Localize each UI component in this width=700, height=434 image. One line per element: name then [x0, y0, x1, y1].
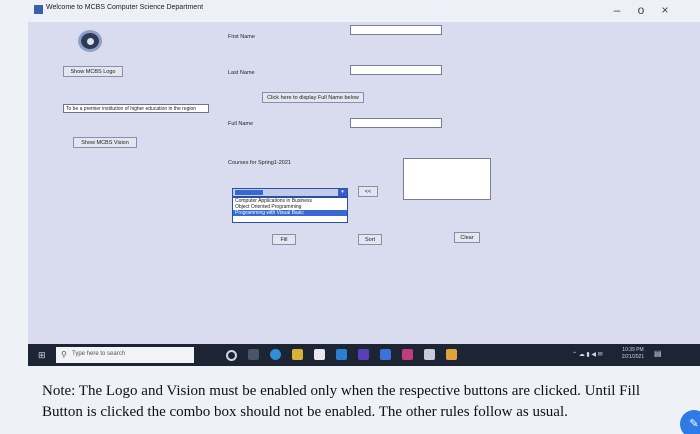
vision-text-field: To be a premier institution of higher ed…: [63, 104, 209, 113]
combo-selected-value: [235, 190, 263, 195]
first-name-input[interactable]: [350, 25, 442, 35]
selected-courses-listbox[interactable]: [403, 158, 491, 200]
app-icon-white[interactable]: [424, 349, 435, 360]
app-icon-orange[interactable]: [446, 349, 457, 360]
assignment-note: Note: The Logo and Vision must be enable…: [42, 383, 641, 420]
taskbar-search-box[interactable]: ⚲ Type here to search: [56, 347, 194, 363]
notification-icon[interactable]: ▤: [654, 349, 662, 358]
chevron-down-icon[interactable]: ▾: [338, 189, 347, 196]
fill-button[interactable]: Fill: [272, 234, 296, 245]
cortana-icon[interactable]: [226, 350, 237, 361]
transfer-button[interactable]: <<: [358, 186, 378, 197]
visual-studio-icon[interactable]: [358, 349, 369, 360]
edge-icon[interactable]: [270, 349, 281, 360]
mail-icon[interactable]: [336, 349, 347, 360]
app-icon: [34, 5, 43, 14]
store-icon[interactable]: [314, 349, 325, 360]
last-name-input[interactable]: [350, 65, 442, 75]
system-tray-icons[interactable]: ⌃ ☁ ▮ ◀ ✉: [572, 351, 603, 358]
first-name-label: First Name: [228, 34, 255, 40]
mcbs-logo: [78, 30, 102, 52]
screenshot: Welcome to MCBS Computer Science Departm…: [0, 0, 700, 434]
last-name-label: Last Name: [228, 70, 255, 76]
word-icon[interactable]: [380, 349, 391, 360]
full-name-output: [350, 118, 442, 128]
form-window: Welcome to MCBS Computer Science Departm…: [28, 0, 700, 344]
courses-dropdown-list: Computer Applications in Business Object…: [232, 197, 348, 223]
window-title: Welcome to MCBS Computer Science Departm…: [46, 4, 204, 11]
display-full-name-button[interactable]: Click here to display Full Name below: [262, 92, 364, 103]
minimize-button[interactable]: –: [606, 1, 628, 19]
search-placeholder: Type here to search: [72, 351, 126, 357]
file-explorer-icon[interactable]: [292, 349, 303, 360]
courses-label: Courses for Spring1-2021: [228, 160, 291, 166]
courses-combo-box[interactable]: ▾: [232, 188, 348, 197]
show-vision-button[interactable]: Show MCBS Vision: [73, 137, 137, 148]
course-option[interactable]: Programming with Visual Basic: [233, 210, 347, 216]
close-button[interactable]: ×: [654, 1, 676, 19]
task-view-icon[interactable]: [248, 349, 259, 360]
maximize-button[interactable]: o: [630, 1, 652, 19]
full-name-label: Full Name: [228, 121, 254, 127]
windows-start-icon[interactable]: ⊞: [38, 350, 46, 361]
show-logo-button[interactable]: Show MCBS Logo: [63, 66, 123, 77]
clear-button[interactable]: Clear: [454, 232, 480, 243]
sort-button[interactable]: Sort: [358, 234, 382, 245]
search-icon: ⚲: [61, 350, 67, 359]
clock-date: 2/21/2021: [621, 354, 645, 360]
taskbar-clock[interactable]: 10:39 PM 2/21/2021: [618, 347, 648, 361]
logo-center-icon: [87, 38, 94, 45]
windows-taskbar: ⊞ ⚲ Type here to search ⌃ ☁ ▮ ◀ ✉ 10:39 …: [28, 344, 700, 366]
app-icon-pink[interactable]: [402, 349, 413, 360]
pencil-icon[interactable]: ✎: [680, 410, 700, 434]
title-bar: Welcome to MCBS Computer Science Departm…: [28, 0, 700, 22]
clock-time: 10:39 PM: [622, 347, 644, 353]
